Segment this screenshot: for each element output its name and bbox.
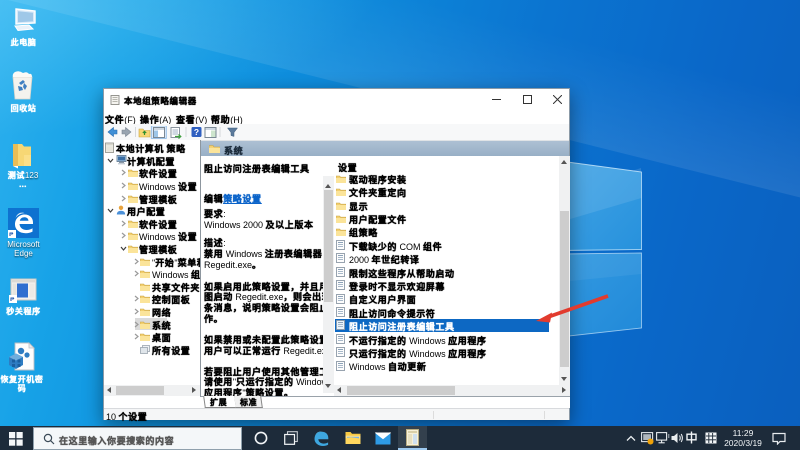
svg-text:?: ? [194, 127, 199, 137]
